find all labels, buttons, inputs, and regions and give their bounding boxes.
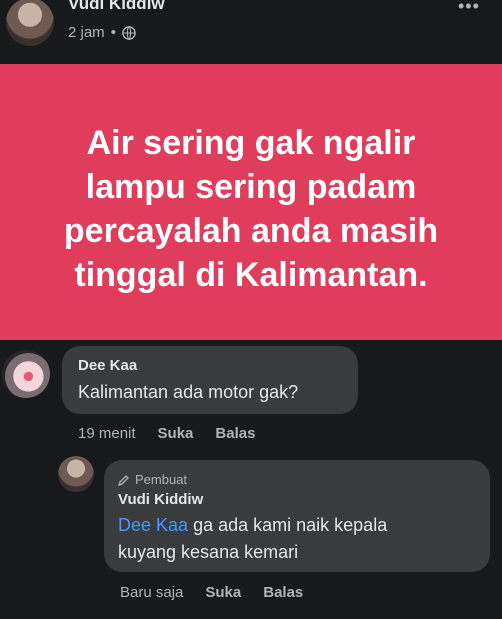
reply-bubble: Pembuat Vudi Kiddiw Dee Kaa ga ada kami … — [104, 460, 490, 572]
banner-line: tinggal di Kalimantan. — [74, 256, 428, 294]
comment-text: Kalimantan ada motor gak? — [78, 382, 299, 402]
reply-author-name[interactable]: Vudi Kiddiw — [118, 491, 203, 508]
comment-actions: 19 menit Suka Balas — [78, 425, 255, 442]
reply-button[interactable]: Balas — [215, 425, 255, 442]
meta-separator: • — [110, 24, 116, 41]
comment-time[interactable]: 19 menit — [78, 425, 136, 442]
banner-line: percayalah anda masih — [63, 212, 439, 250]
post-time[interactable]: 2 jam — [68, 24, 105, 41]
author-avatar[interactable] — [6, 0, 54, 46]
pencil-icon — [118, 474, 129, 486]
banner-text: Air sering gak ngalir lampu sering padam… — [64, 121, 438, 297]
comment-author-name[interactable]: Dee Kaa — [78, 357, 137, 374]
reply-actions: Baru saja Suka Balas — [120, 584, 303, 601]
reply-author-avatar[interactable] — [58, 456, 94, 492]
reply-button[interactable]: Balas — [263, 584, 303, 601]
reply-text-line-2: kuyang kesana kemari — [118, 542, 299, 562]
like-button[interactable]: Suka — [158, 425, 194, 442]
globe-icon — [122, 25, 136, 40]
reply-text-line: Dee Kaa ga ada kami naik kepala — [118, 512, 387, 539]
reply-time[interactable]: Baru saja — [120, 584, 183, 601]
mention-link[interactable]: Dee Kaa — [118, 515, 188, 535]
post-banner: Air sering gak ngalir lampu sering padam… — [0, 64, 502, 340]
post-meta: 2 jam • — [68, 24, 136, 41]
like-button[interactable]: Suka — [205, 584, 241, 601]
author-badge-label: Pembuat — [135, 472, 188, 487]
author-badge: Pembuat — [118, 472, 187, 487]
banner-line: lampu sering padam — [85, 168, 417, 206]
comment-bubble: Dee Kaa Kalimantan ada motor gak? — [62, 346, 358, 414]
banner-line: Air sering gak ngalir — [86, 124, 416, 162]
reply-text: ga ada kami naik kepala — [193, 515, 388, 535]
post-author-name[interactable]: Vudi Kiddiw — [68, 0, 165, 14]
commenter-avatar[interactable] — [2, 350, 50, 398]
more-options-button[interactable]: ••• — [458, 0, 480, 17]
